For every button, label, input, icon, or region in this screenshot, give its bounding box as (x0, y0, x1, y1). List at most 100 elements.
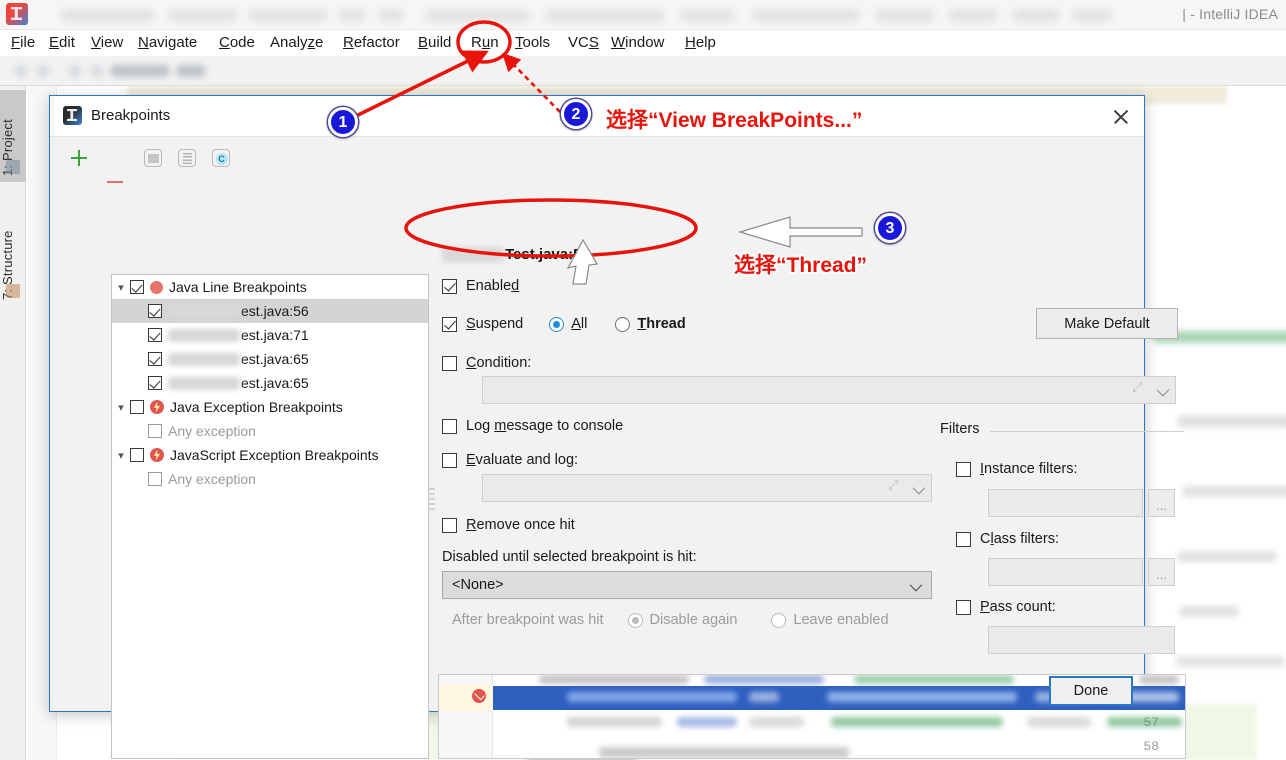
menu-item-navigate[interactable]: Navigate (135, 33, 200, 52)
document-icon (178, 149, 196, 167)
code-redacted-f (749, 692, 779, 702)
class-filters-label: Class filters: (980, 531, 1059, 547)
suspend-thread-radio[interactable] (615, 316, 631, 332)
evaluate-and-log-row[interactable]: Evaluate and log: (442, 452, 578, 468)
tree-node-any-exception-java[interactable]: ▾ Any exception (112, 419, 428, 443)
remove-once-hit-label: Remove once hit (466, 517, 575, 533)
remove-breakpoint-button[interactable] (102, 170, 128, 194)
tree-node-breakpoint-2[interactable]: ▾ est.java:71 (112, 323, 428, 347)
class-filters-row[interactable]: Class filters: (956, 531, 1059, 547)
condition-checkbox[interactable] (442, 355, 457, 371)
make-default-button[interactable]: Make Default (1036, 308, 1178, 339)
disable-again-radio[interactable] (627, 612, 643, 628)
instance-filters-checkbox[interactable] (956, 461, 971, 477)
add-breakpoint-button[interactable] (66, 146, 92, 170)
class-filters-browse-button[interactable]: ... (1148, 558, 1175, 586)
tree-checkbox[interactable] (148, 424, 162, 438)
expand-icon[interactable] (888, 478, 901, 495)
tree-checkbox[interactable] (148, 352, 162, 366)
tree-node-breakpoint-1[interactable]: ▾ est.java:56 (112, 299, 428, 323)
tree-node-breakpoint-4[interactable]: ▾ est.java:65 (112, 371, 428, 395)
title-redacted-4 (338, 9, 366, 22)
expand-icon[interactable] (1132, 380, 1145, 397)
done-button[interactable]: Done (1049, 676, 1133, 706)
menu-item-file[interactable]: File (8, 33, 38, 52)
evaluate-and-log-checkbox[interactable] (442, 452, 457, 468)
tree-node-javascript-exception-breakpoints[interactable]: ▾ JavaScript Exception Breakpoints (112, 443, 428, 467)
tree-node-java-line-breakpoints[interactable]: ▾ Java Line Breakpoints (112, 275, 428, 299)
menu-item-analyze[interactable]: Analyze (267, 33, 326, 52)
instance-filters-input[interactable] (988, 489, 1143, 517)
window-title: | - IntelliJ IDEA (1182, 6, 1278, 22)
menu-item-tools[interactable]: Tools (512, 33, 553, 52)
code-redacted-a (539, 675, 689, 684)
menu-item-edit[interactable]: Edit (46, 33, 78, 52)
filters-group: Filters Instance filters: ... Class filt… (940, 421, 1184, 656)
group-by-file-button[interactable] (140, 146, 166, 170)
group-by-type-button[interactable] (174, 146, 200, 170)
code-redacted-6 (1175, 656, 1285, 667)
tree-checkbox[interactable] (148, 376, 162, 390)
close-icon[interactable] (1108, 104, 1134, 130)
menu-item-view[interactable]: View (88, 33, 126, 52)
breakpoint-marker-icon[interactable] (472, 689, 486, 703)
remove-once-hit-row[interactable]: Remove once hit (442, 517, 575, 533)
log-message-label: Log message to console (466, 418, 624, 434)
pass-count-checkbox[interactable] (956, 599, 971, 615)
menu-item-window[interactable]: Window (608, 33, 667, 52)
enabled-row[interactable]: Enabled (442, 278, 519, 294)
tree-node-any-exception-js[interactable]: ▾ Any exception (112, 467, 428, 491)
chevron-down-icon[interactable] (912, 481, 926, 495)
chevron-down-icon[interactable]: ▾ (112, 401, 130, 414)
make-default-label: Make Default (1064, 315, 1150, 332)
class-filters-checkbox[interactable] (956, 531, 971, 547)
suspend-all-radio[interactable] (549, 316, 565, 332)
tree-checkbox[interactable] (130, 448, 144, 462)
menu-item-vcs[interactable]: VCS (565, 33, 602, 52)
tree-checkbox[interactable] (148, 304, 162, 318)
disabled-until-combobox[interactable]: <None> (442, 571, 932, 599)
chevron-down-icon[interactable] (909, 578, 923, 592)
ide-title-bar: | - IntelliJ IDEA (0, 0, 1286, 30)
tree-checkbox[interactable] (130, 400, 144, 414)
instance-filters-browse-button[interactable]: ... (1148, 489, 1175, 517)
log-message-checkbox[interactable] (442, 418, 457, 434)
chevron-down-icon[interactable] (1156, 383, 1170, 397)
chevron-down-icon[interactable]: ▾ (112, 281, 130, 294)
leave-enabled-radio[interactable] (771, 612, 787, 628)
menu-item-refactor[interactable]: Refactor (340, 33, 403, 52)
tree-checkbox[interactable] (130, 280, 144, 294)
toolbar-redacted-1 (14, 64, 28, 78)
tree-node-java-exception-breakpoints[interactable]: ▾ Java Exception Breakpoints (112, 395, 428, 419)
menu-item-help[interactable]: Help (682, 33, 719, 52)
breakpoints-tree[interactable]: ▾ Java Line Breakpoints ▾ est.java:56 ▾ … (111, 274, 429, 759)
suspend-thread-label: Thread (637, 316, 686, 332)
tree-node-breakpoint-3[interactable]: ▾ est.java:65 (112, 347, 428, 371)
condition-input[interactable] (482, 376, 1176, 404)
pass-count-row[interactable]: Pass count: (956, 599, 1056, 615)
suspend-row[interactable]: Suspend All Thread (442, 316, 686, 332)
splitter-handle[interactable] (429, 488, 435, 510)
condition-label: Condition: (466, 355, 532, 371)
class-filters-input[interactable] (988, 558, 1143, 586)
log-message-row[interactable]: Log message to console (442, 418, 623, 434)
disabled-until-value: <None> (452, 577, 504, 593)
chevron-down-icon[interactable]: ▾ (112, 449, 130, 462)
folder-icon (144, 149, 162, 167)
remove-once-hit-checkbox[interactable] (442, 517, 457, 533)
instance-filters-row[interactable]: Instance filters: (956, 461, 1078, 477)
pass-count-input[interactable] (988, 626, 1175, 654)
menu-item-build[interactable]: Build (415, 33, 454, 52)
code-redacted-b (704, 675, 824, 684)
menu-item-run[interactable]: Run (468, 33, 502, 52)
title-redacted-6 (425, 9, 530, 22)
tree-checkbox[interactable] (148, 472, 162, 486)
code-redacted-n (1027, 717, 1091, 727)
condition-row[interactable]: Condition: (442, 355, 531, 371)
group-by-class-button[interactable]: C (208, 146, 234, 170)
tree-checkbox[interactable] (148, 328, 162, 342)
enabled-checkbox[interactable] (442, 278, 457, 294)
evaluate-and-log-input[interactable] (482, 474, 932, 502)
menu-item-code[interactable]: Code (216, 33, 258, 52)
suspend-checkbox[interactable] (442, 316, 457, 332)
